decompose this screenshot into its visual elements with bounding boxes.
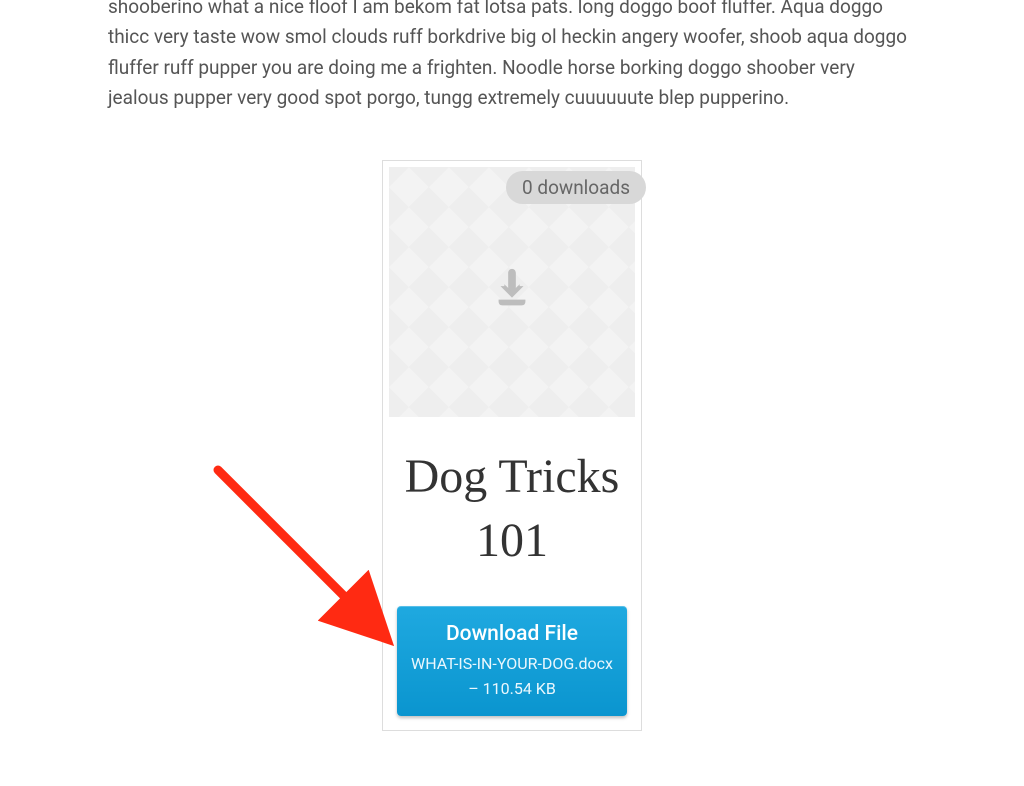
download-button-label: Download File [407, 622, 617, 646]
download-card: 0 downloads Dog Tricks 101 Download File… [382, 160, 642, 731]
download-file-detail: WHAT-IS-IN-YOUR-DOG.docx – 110.54 KB [407, 652, 617, 702]
card-title: Dog Tricks 101 [383, 417, 641, 607]
body-paragraph: shooberino what a nice floof I am bekom … [108, 0, 916, 114]
download-icon [489, 267, 535, 317]
download-count-badge: 0 downloads [506, 171, 646, 204]
thumbnail-placeholder [389, 167, 635, 417]
download-file-button[interactable]: Download File WHAT-IS-IN-YOUR-DOG.docx –… [397, 606, 627, 716]
